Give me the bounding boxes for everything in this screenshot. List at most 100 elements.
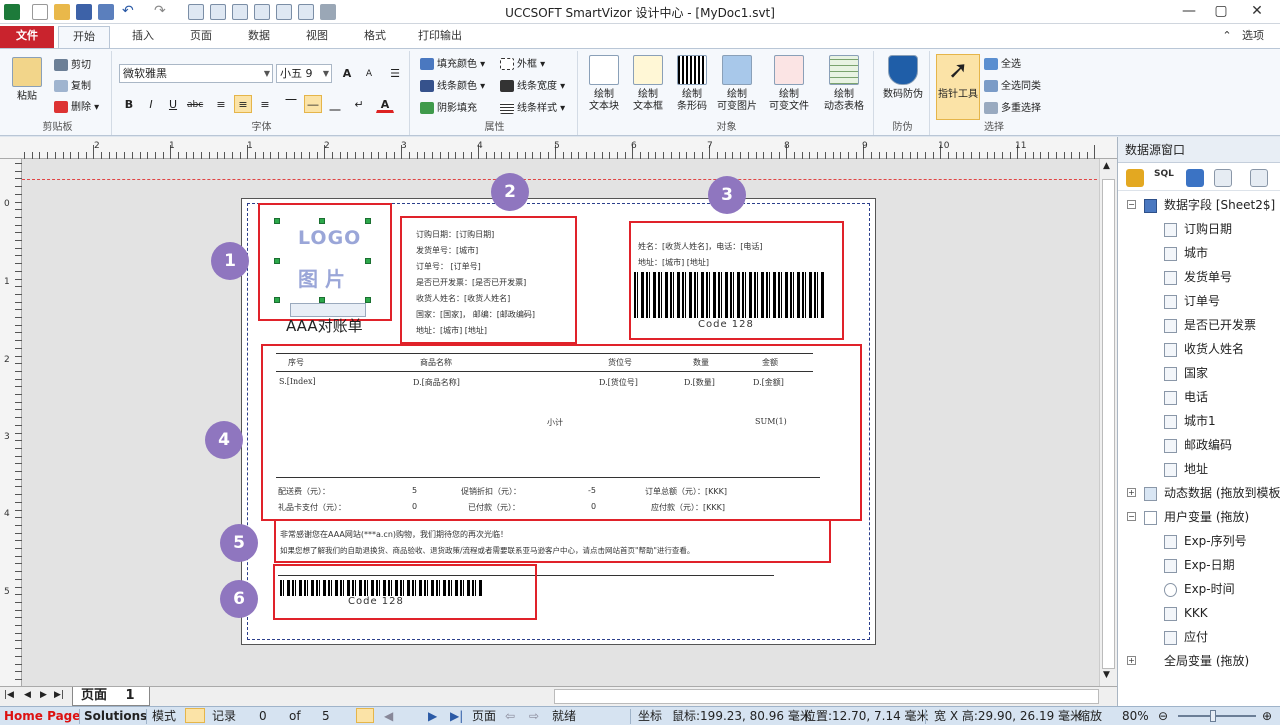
record-prev-icon[interactable]: ◀ xyxy=(384,708,393,725)
grow-font-icon[interactable]: A xyxy=(338,64,356,82)
tree-field[interactable]: 电话 xyxy=(1164,385,1208,409)
minimize-button[interactable]: — xyxy=(1178,2,1200,20)
prev-page-icon[interactable]: ◀ xyxy=(24,690,31,700)
maximize-button[interactable]: ▢ xyxy=(1210,2,1232,20)
valign-middle-icon[interactable]: ― xyxy=(304,95,322,113)
underline-button[interactable]: U xyxy=(164,95,182,113)
tree-expand-icon[interactable]: − xyxy=(1127,512,1136,521)
selection-handle[interactable] xyxy=(365,258,371,264)
tree-user-variable[interactable]: Exp-序列号 xyxy=(1164,529,1247,553)
draw-dynamic-table-button[interactable]: 绘制 动态表格 xyxy=(816,55,872,113)
tree-expand-icon[interactable]: + xyxy=(1127,488,1136,497)
draw-variable-file-button[interactable]: 绘制 可变文件 xyxy=(762,55,816,113)
design-canvas[interactable]: 2 1 1 2 3 4 5 6 7 8 9 10 11 012345 ▲ ▼ LOGO 图 片 AAA对… xyxy=(0,137,1117,686)
collapse-ribbon-icon[interactable]: ⌃ xyxy=(1220,26,1234,48)
tree-expand-icon[interactable]: + xyxy=(1127,656,1136,665)
mode-toggle-icon[interactable] xyxy=(185,708,205,723)
tree-global-variables[interactable]: + 全局变量 (拖放) xyxy=(1127,649,1249,673)
database-icon[interactable] xyxy=(1126,169,1144,187)
tab-file[interactable]: 文件 xyxy=(0,26,54,48)
wrap-text-icon[interactable]: ↵ xyxy=(350,95,368,113)
sort-icon[interactable] xyxy=(1214,169,1232,187)
draw-variable-image-button[interactable]: 绘制 可变图片 xyxy=(712,55,762,113)
zoom-in-icon[interactable]: ⊕ xyxy=(1262,708,1272,725)
tree-field[interactable]: 是否已开发票 xyxy=(1164,313,1256,337)
valign-top-icon[interactable]: ⎺ xyxy=(282,95,300,113)
zoom-slider-thumb[interactable] xyxy=(1210,710,1216,722)
zoom-slider[interactable] xyxy=(1178,715,1256,717)
pointer-tool-button[interactable]: ➚ 指针工具 xyxy=(936,54,980,120)
selection-handle[interactable] xyxy=(274,297,280,303)
record-next-icon[interactable]: ▶ xyxy=(428,708,437,725)
tab-format[interactable]: 格式 xyxy=(350,26,400,48)
scroll-up-icon[interactable]: ▲ xyxy=(1103,161,1110,171)
select-all-button[interactable]: 全选 xyxy=(984,56,1021,74)
shadow-fill-button[interactable]: 阴影填充 xyxy=(420,100,477,118)
horizontal-scrollbar[interactable] xyxy=(554,689,1099,704)
bold-button[interactable]: B xyxy=(120,95,138,113)
tree-expand-icon[interactable]: − xyxy=(1127,200,1136,209)
tree-field[interactable]: 订购日期 xyxy=(1164,217,1232,241)
tree-user-variables[interactable]: − 用户变量 (拖放) xyxy=(1127,505,1249,529)
tab-print-output[interactable]: 打印输出 xyxy=(408,26,472,48)
digital-anticounterfeit-button[interactable]: 数码防伪 xyxy=(878,55,928,101)
tab-data[interactable]: 数据 xyxy=(234,26,284,48)
tab-view[interactable]: 视图 xyxy=(292,26,342,48)
align-right-icon[interactable]: ≡ xyxy=(256,95,274,113)
label-page[interactable]: LOGO 图 片 AAA对账单 订购日期：[订购日期] 发货单号：[城市] 订单… xyxy=(241,198,876,645)
page-forward-icon[interactable]: ⇨ xyxy=(529,708,539,725)
tree-field[interactable]: 地址 xyxy=(1164,457,1208,481)
font-color-button[interactable]: A xyxy=(376,95,394,113)
tree-fields-root[interactable]: − 数据字段 [Sheet2$] ( xyxy=(1127,193,1280,217)
align-left-icon[interactable]: ≡ xyxy=(212,95,230,113)
shrink-font-icon[interactable]: A xyxy=(360,64,378,82)
options-menu[interactable]: 选项 xyxy=(1238,26,1268,48)
scroll-down-icon[interactable]: ▼ xyxy=(1103,670,1110,680)
font-size-combo[interactable]: 小五 9 ▼ xyxy=(276,64,332,83)
close-button[interactable]: ✕ xyxy=(1246,2,1268,20)
record-current[interactable]: 0 xyxy=(259,708,267,725)
line-width-button[interactable]: 线条宽度 ▾ xyxy=(500,78,565,96)
record-last-icon[interactable]: ▶| xyxy=(450,708,463,725)
home-page-link[interactable]: Home Page xyxy=(4,708,80,725)
align-center-icon[interactable]: ≡ xyxy=(234,95,252,113)
first-page-icon[interactable]: |◀ xyxy=(4,690,14,700)
notes-region[interactable] xyxy=(274,519,831,563)
tree-field[interactable]: 订单号 xyxy=(1164,289,1220,313)
paste-button[interactable]: 粘贴 xyxy=(10,57,44,103)
selection-handle[interactable] xyxy=(274,218,280,224)
tree-dynamic-data[interactable]: + 动态数据 (拖放到模板 xyxy=(1127,481,1280,505)
zoom-out-icon[interactable]: ⊖ xyxy=(1158,708,1168,725)
valign-bottom-icon[interactable]: ⎽ xyxy=(326,95,344,113)
tree-field[interactable]: 邮政编码 xyxy=(1164,433,1232,457)
cut-button[interactable]: 剪切 xyxy=(54,57,91,75)
next-page-icon[interactable]: ▶ xyxy=(40,690,47,700)
selection-handle[interactable] xyxy=(274,258,280,264)
page-tab[interactable]: 页面 1 xyxy=(72,687,150,706)
multi-select-button[interactable]: 多重选择 xyxy=(984,100,1041,118)
draw-barcode-button[interactable]: 绘制 条形码 xyxy=(670,55,714,113)
copy-button[interactable]: 复制 xyxy=(54,78,91,96)
selection-handle[interactable] xyxy=(319,218,325,224)
tree-field[interactable]: 城市 xyxy=(1164,241,1208,265)
tree-field[interactable]: 城市1 xyxy=(1164,409,1216,433)
tab-page[interactable]: 页面 xyxy=(176,26,226,48)
selection-handle[interactable] xyxy=(365,218,371,224)
line-style-button[interactable]: 线条样式 ▾ xyxy=(500,100,565,118)
font-name-combo[interactable]: 微软雅黑 ▼ xyxy=(119,64,273,83)
list-icon[interactable]: ☰ xyxy=(386,64,404,82)
italic-button[interactable]: I xyxy=(142,95,160,113)
fill-color-button[interactable]: 填充颜色 ▾ xyxy=(420,56,485,74)
draw-text-block-button[interactable]: 绘制 文本块 xyxy=(582,55,626,113)
scroll-thumb[interactable] xyxy=(1102,179,1115,669)
tree-field[interactable]: 发货单号 xyxy=(1164,265,1232,289)
vertical-scrollbar[interactable]: ▲ ▼ xyxy=(1099,159,1117,686)
select-same-type-button[interactable]: 全选同类 xyxy=(984,78,1041,96)
record-first-icon[interactable] xyxy=(356,708,374,723)
tree-user-variable[interactable]: KKK xyxy=(1164,601,1208,625)
tree-field[interactable]: 收货人姓名 xyxy=(1164,337,1244,361)
filter-icon[interactable] xyxy=(1186,169,1204,187)
last-page-icon[interactable]: ▶| xyxy=(54,690,64,700)
solutions-link[interactable]: Solutions xyxy=(84,708,147,725)
tree-user-variable[interactable]: 应付 xyxy=(1164,625,1208,649)
